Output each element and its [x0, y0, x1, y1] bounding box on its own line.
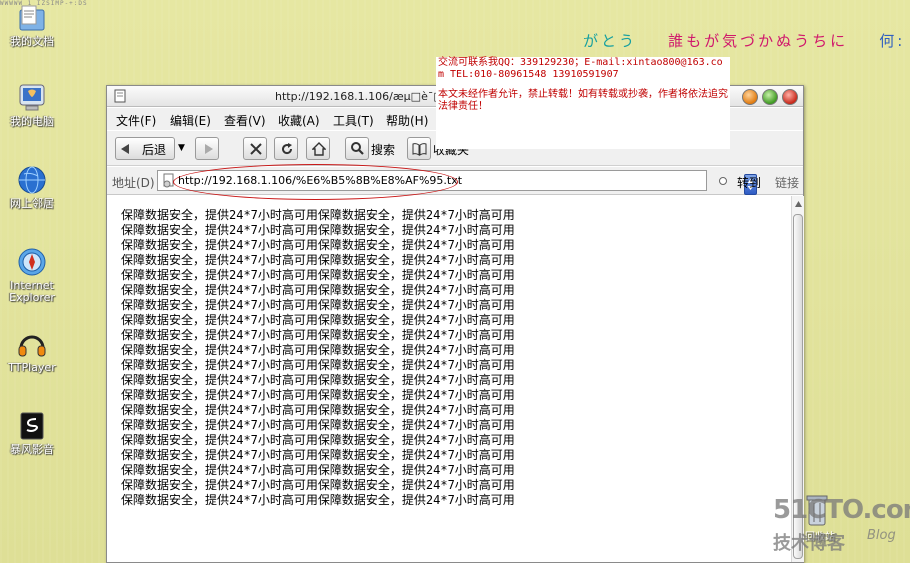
document-icon [114, 89, 126, 103]
text-line: 保障数据安全，提供24*7小时高可用保障数据安全，提供24*7小时高可用 [121, 298, 515, 312]
text-line: 保障数据安全，提供24*7小时高可用保障数据安全，提供24*7小时高可用 [121, 343, 515, 357]
maximize-button[interactable] [762, 89, 778, 105]
text-line: 保障数据安全，提供24*7小时高可用保障数据安全，提供24*7小时高可用 [121, 358, 515, 372]
headphones-icon [18, 335, 46, 357]
text-line: 保障数据安全，提供24*7小时高可用保障数据安全，提供24*7小时高可用 [121, 223, 515, 237]
menu-view[interactable]: 查看(V) [224, 112, 266, 129]
page-content: 保障数据安全，提供24*7小时高可用保障数据安全，提供24*7小时高可用 保障数据… [107, 196, 791, 562]
search-icon [351, 142, 364, 155]
desktop-icon-my-documents[interactable]: 我的文档 [0, 2, 64, 48]
menu-tools[interactable]: 工具(T) [333, 112, 374, 129]
go-radio[interactable] [719, 177, 727, 185]
watermark-tech-blog: 技术博客 [773, 533, 845, 554]
banner-part1: がとう [583, 32, 638, 50]
scroll-up-icon[interactable] [793, 197, 804, 211]
text-line: 保障数据安全，提供24*7小时高可用保障数据安全，提供24*7小时高可用 [121, 403, 515, 417]
back-label: 后退 [142, 143, 167, 157]
text-line: 保障数据安全，提供24*7小时高可用保障数据安全，提供24*7小时高可用 [121, 208, 515, 222]
text-line: 保障数据安全，提供24*7小时高可用保障数据安全，提供24*7小时高可用 [121, 448, 515, 462]
text-line: 保障数据安全，提供24*7小时高可用保障数据安全，提供24*7小时高可用 [121, 463, 515, 477]
forward-button[interactable] [195, 137, 219, 160]
watermark-site: 51CTO.com [773, 495, 910, 525]
text-line: 保障数据安全，提供24*7小时高可用保障数据安全，提供24*7小时高可用 [121, 493, 515, 507]
address-input[interactable] [178, 173, 658, 188]
text-line: 保障数据安全，提供24*7小时高可用保障数据安全，提供24*7小时高可用 [121, 418, 515, 432]
text-line: 保障数据安全，提供24*7小时高可用保障数据安全，提供24*7小时高可用 [121, 388, 515, 402]
menu-edit[interactable]: 编辑(E) [170, 112, 211, 129]
compass-icon [18, 248, 46, 276]
menu-file[interactable]: 文件(F) [116, 112, 156, 129]
globe-icon [18, 166, 46, 194]
text-line: 保障数据安全，提供24*7小时高可用保障数据安全，提供24*7小时高可用 [121, 313, 515, 327]
japanese-banner: がとう 誰もが気づかぬうちに 何: [583, 30, 905, 51]
text-line: 保障数据安全，提供24*7小时高可用保障数据安全，提供24*7小时高可用 [121, 268, 515, 282]
desktop-icon-label: TTPlayer [8, 361, 56, 374]
desktop-icon-network[interactable]: 网上邻居 [0, 164, 64, 210]
favorites-button[interactable] [407, 137, 431, 160]
window-title: http://192.168.1.106/æµ□è¯□.t [275, 90, 452, 103]
text-line: 保障数据安全，提供24*7小时高可用保障数据安全，提供24*7小时高可用 [121, 238, 515, 252]
desktop-icon-label: 我的文档 [10, 35, 54, 48]
banner-part2: 誰もが気づかぬうちに [668, 32, 849, 50]
address-box[interactable] [157, 170, 757, 195]
refresh-button[interactable] [274, 137, 298, 160]
folder-documents-icon [19, 5, 45, 31]
arrow-left-icon [121, 144, 129, 154]
minimize-button[interactable] [742, 89, 758, 105]
note-contact-line: 交流可联系我QQ：339129230；E-mail:xintao800@163.… [438, 57, 723, 80]
menu-favorites[interactable]: 收藏(A) [278, 112, 320, 129]
desktop-icon-internet-explorer[interactable]: Internet Explorer [0, 246, 64, 304]
desktop-icon-ttplayer[interactable]: TTPlayer [0, 328, 64, 374]
chevron-down-icon[interactable]: ▼ [178, 143, 185, 153]
watermark-blog: Blog [867, 528, 896, 543]
text-line: 保障数据安全，提供24*7小时高可用保障数据安全，提供24*7小时高可用 [121, 253, 515, 267]
home-button[interactable] [306, 137, 330, 160]
desktop-icon-label: 暴风影音 [10, 443, 54, 456]
browser-window: http://192.168.1.106/æµ□è¯□.t 文件(F) 编辑(E… [106, 85, 804, 563]
close-button[interactable] [782, 89, 798, 105]
desktop-icon-baofeng[interactable]: 暴风影音 [0, 410, 64, 456]
watermark: 51CTO.com 技术博客 Blog [773, 495, 910, 557]
text-line: 保障数据安全，提供24*7小时高可用保障数据安全，提供24*7小时高可用 [121, 328, 515, 342]
close-x-icon [250, 143, 262, 155]
stop-button[interactable] [243, 137, 267, 160]
arrow-right-icon [205, 144, 213, 154]
desktop-icon-label: 网上邻居 [10, 197, 54, 210]
text-line: 保障数据安全，提供24*7小时高可用保障数据安全，提供24*7小时高可用 [121, 373, 515, 387]
text-line: 保障数据安全，提供24*7小时高可用保障数据安全，提供24*7小时高可用 [121, 283, 515, 297]
address-label: 地址(D) [112, 176, 155, 190]
refresh-icon [282, 143, 293, 155]
banner-part3: 何: [879, 32, 906, 50]
book-icon [412, 143, 427, 156]
desktop-icon-label: 我的电脑 [10, 115, 54, 128]
search-label[interactable]: 搜索 [371, 141, 395, 158]
page-icon [163, 173, 174, 188]
text-content: 保障数据安全，提供24*7小时高可用保障数据安全，提供24*7小时高可用 保障数据… [121, 208, 515, 508]
note-copyright-line: 本文未经作者允许，禁止转载！如有转载或抄袭，作者将依法追究法律责任！ [438, 89, 728, 112]
computer-icon [19, 84, 45, 111]
go-button[interactable]: 转到 [737, 174, 761, 191]
text-line: 保障数据安全，提供24*7小时高可用保障数据安全，提供24*7小时高可用 [121, 433, 515, 447]
media-player-icon [20, 412, 44, 440]
address-bar: 地址(D) 转到 链接 [107, 167, 803, 195]
links-button[interactable]: 链接 [775, 174, 799, 191]
contact-note: 交流可联系我QQ：339129230；E-mail:xintao800@163.… [436, 57, 730, 149]
desktop-icon-my-computer[interactable]: 我的电脑 [0, 82, 64, 128]
home-icon [312, 142, 326, 156]
search-button[interactable] [345, 137, 369, 160]
desktop-icon-label: Internet Explorer [9, 279, 55, 304]
text-line: 保障数据安全，提供24*7小时高可用保障数据安全，提供24*7小时高可用 [121, 478, 515, 492]
menu-help[interactable]: 帮助(H) [386, 112, 428, 129]
